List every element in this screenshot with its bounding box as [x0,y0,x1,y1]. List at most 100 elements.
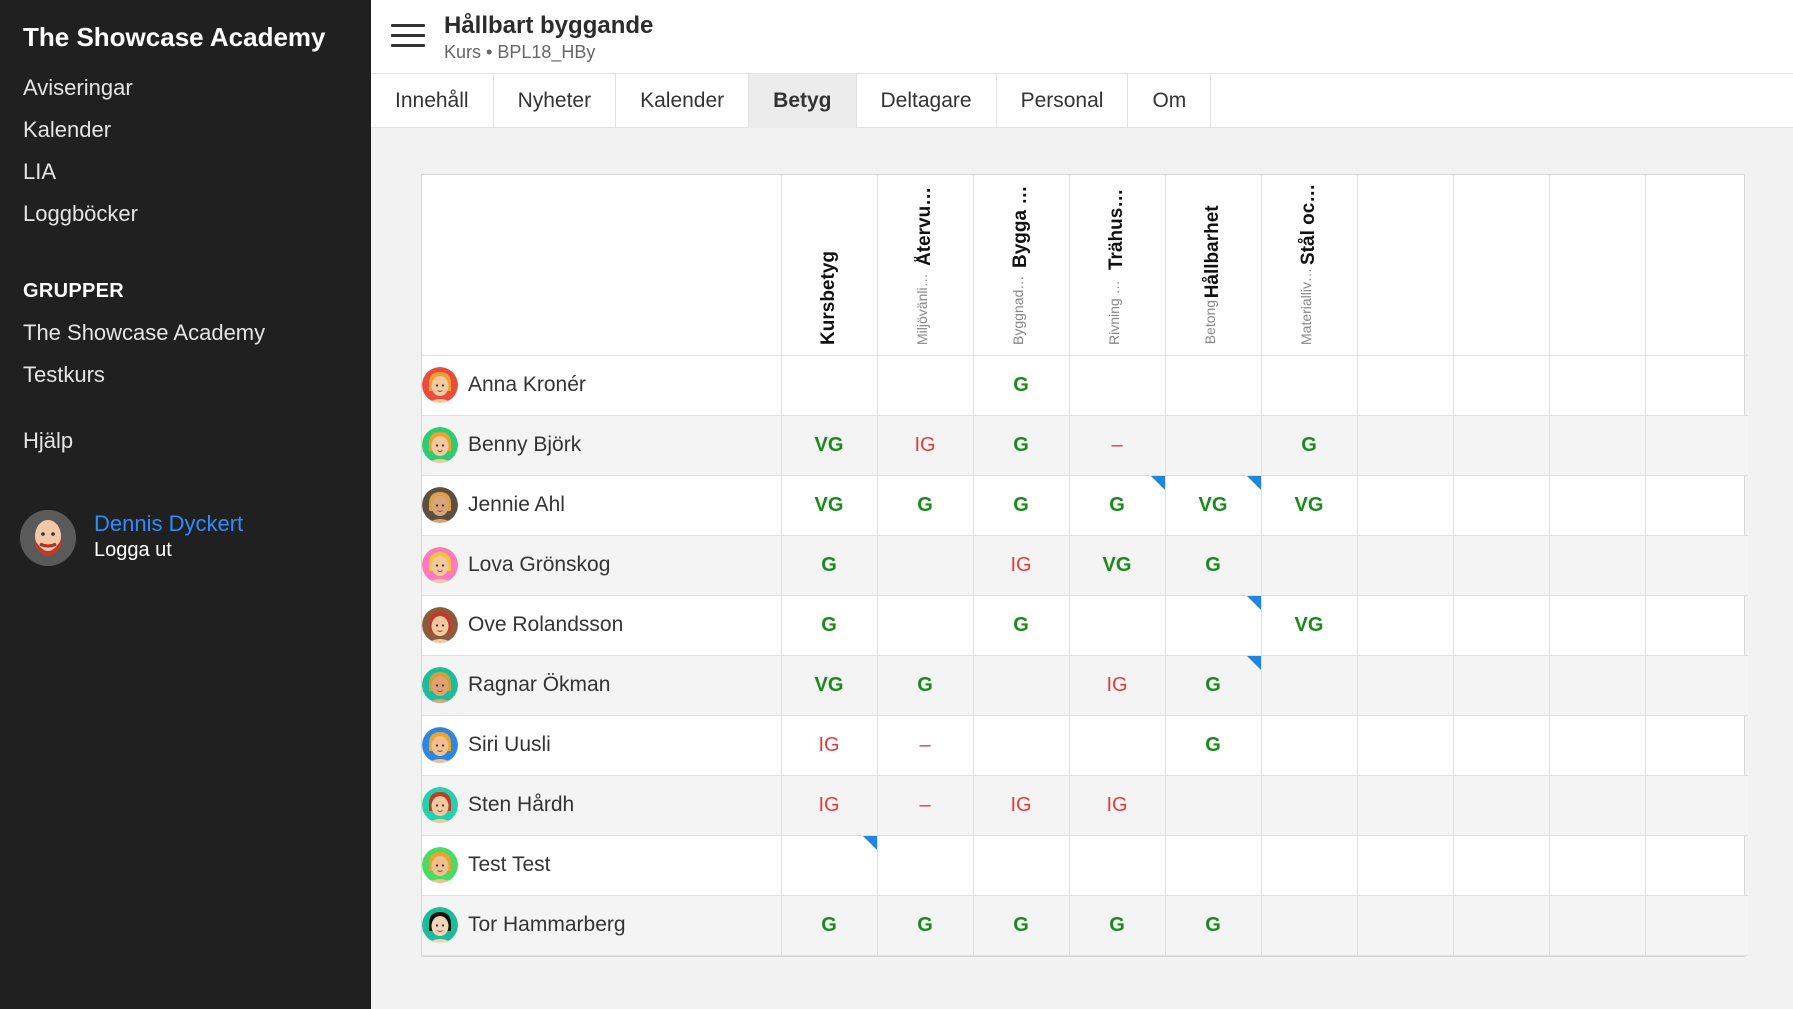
grade-cell[interactable]: G [877,895,974,956]
grade-cell[interactable]: IG [1069,655,1166,716]
grade-cell[interactable]: G [781,895,878,956]
grade-cell[interactable] [1645,715,1748,776]
user-name-link[interactable]: Dennis Dyckert [94,511,243,537]
grade-cell[interactable] [1069,595,1166,656]
grade-cell[interactable]: VG [781,415,878,476]
grade-cell[interactable] [1645,655,1748,716]
grade-cell[interactable] [1357,655,1454,716]
grade-cell[interactable]: IG [1069,775,1166,836]
grade-cell[interactable] [1453,355,1550,416]
grade-cell[interactable] [1357,475,1454,536]
grade-cell[interactable]: G [973,415,1070,476]
student-link[interactable]: Sten Hårdh [422,776,781,834]
grade-cell[interactable]: VG [1069,535,1166,596]
grade-cell[interactable] [1549,715,1646,776]
grade-cell[interactable]: G [781,535,878,596]
grade-cell[interactable] [1453,475,1550,536]
grade-cell[interactable]: G [973,895,1070,956]
nav-item-kalender[interactable]: Kalender [23,112,138,154]
grade-cell[interactable] [1549,415,1646,476]
grade-cell[interactable]: VG [1165,475,1262,536]
grade-cell[interactable]: G [877,655,974,716]
grade-cell[interactable] [1261,895,1358,956]
grade-cell[interactable] [1357,835,1454,896]
grade-cell[interactable] [877,535,974,596]
grade-cell[interactable] [1453,655,1550,716]
grade-cell[interactable]: G [1261,415,1358,476]
tab-om[interactable]: Om [1128,74,1212,128]
grade-cell[interactable] [781,355,878,416]
grade-cell[interactable] [1357,715,1454,776]
grade-cell[interactable] [1261,655,1358,716]
grade-cell[interactable]: – [877,775,974,836]
grade-cell[interactable]: G [973,355,1070,416]
grade-cell[interactable] [1645,355,1748,416]
grade-cell[interactable] [1645,895,1748,956]
tab-betyg[interactable]: Betyg [749,74,857,128]
grade-cell[interactable]: G [1165,895,1262,956]
grade-cell[interactable] [1549,775,1646,836]
nav-item-aviseringar[interactable]: Aviseringar [23,70,138,112]
grade-cell[interactable] [877,595,974,656]
grade-cell[interactable] [877,835,974,896]
brand-title[interactable]: The Showcase Academy [23,22,326,53]
grade-cell[interactable] [1357,355,1454,416]
student-link[interactable]: Anna Kronér [422,356,781,414]
grade-cell[interactable] [1453,535,1550,596]
grade-cell[interactable] [1357,595,1454,656]
grade-cell[interactable] [1069,715,1166,776]
grade-cell[interactable]: G [1165,535,1262,596]
group-item-testkurs[interactable]: Testkurs [23,357,265,399]
grade-cell[interactable] [1357,535,1454,596]
grade-cell[interactable]: IG [781,715,878,776]
student-link[interactable]: Test Test [422,836,781,894]
grade-cell[interactable]: G [973,475,1070,536]
grade-cell[interactable] [1645,595,1748,656]
grade-cell[interactable]: VG [1261,475,1358,536]
group-item-showcase-academy[interactable]: The Showcase Academy [23,315,265,357]
student-link[interactable]: Lova Grönskog [422,536,781,594]
menu-icon[interactable] [391,24,425,48]
tab-personal[interactable]: Personal [997,74,1129,128]
grade-cell[interactable] [1453,715,1550,776]
grade-cell[interactable] [1453,415,1550,476]
grade-cell[interactable]: IG [877,415,974,476]
grade-cell[interactable]: G [1165,655,1262,716]
student-link[interactable]: Benny Björk [422,416,781,474]
user-avatar[interactable] [20,510,76,566]
grade-cell[interactable] [973,835,1070,896]
assignment-column-header[interactable]: Kursbetyg [781,175,878,356]
grade-cell[interactable]: – [1069,415,1166,476]
grade-cell[interactable] [973,715,1070,776]
grade-cell[interactable] [1645,415,1748,476]
assignment-column-header[interactable]: Rivning miljövänli... Trähusdestruk... [1069,175,1166,356]
grade-cell[interactable] [1453,895,1550,956]
assignment-column-header[interactable]: Materiallivslängd Stål och järn [1261,175,1358,356]
grade-cell[interactable] [1453,595,1550,656]
grade-cell[interactable]: IG [973,775,1070,836]
grade-cell[interactable] [1165,595,1262,656]
grade-cell[interactable] [1549,535,1646,596]
nav-item-loggbocker[interactable]: Loggböcker [23,196,138,238]
grade-cell[interactable] [1261,775,1358,836]
grade-cell[interactable]: G [877,475,974,536]
grade-cell[interactable] [1453,775,1550,836]
grade-cell[interactable] [1357,775,1454,836]
grade-cell[interactable] [1645,535,1748,596]
assignment-column-header[interactable]: Byggnaders livscy... Bygga för att r... [973,175,1070,356]
grade-cell[interactable] [1645,475,1748,536]
grade-cell[interactable] [1165,775,1262,836]
grade-cell[interactable] [1165,355,1262,416]
grade-cell[interactable]: G [1165,715,1262,776]
grade-cell[interactable] [1261,535,1358,596]
assignment-column-header[interactable]: Miljövänliga mate... Återvunnet tr... [877,175,974,356]
grade-cell[interactable] [1261,835,1358,896]
grade-cell[interactable] [1165,415,1262,476]
tab-nyheter[interactable]: Nyheter [494,74,617,128]
logout-link[interactable]: Logga ut [94,539,172,562]
grade-cell[interactable] [1549,355,1646,416]
grade-cell[interactable]: IG [973,535,1070,596]
student-link[interactable]: Ove Rolandsson [422,596,781,654]
grade-cell[interactable] [1357,415,1454,476]
grade-cell[interactable] [781,835,878,896]
